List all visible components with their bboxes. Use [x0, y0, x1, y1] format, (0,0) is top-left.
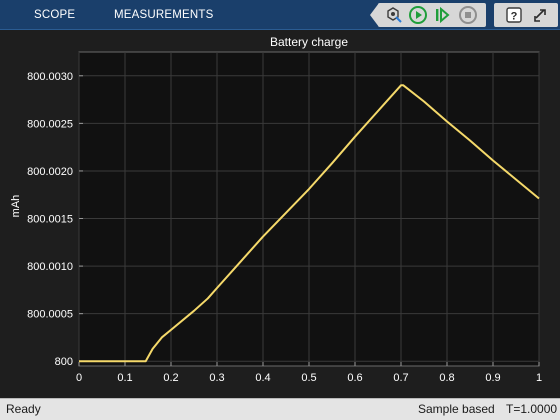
x-tick-label: 1 — [536, 372, 542, 384]
x-tick-label: 0.1 — [117, 372, 132, 384]
sample-mode: Sample based — [418, 402, 495, 416]
status-bar: Ready Sample based T=1.0000 — [0, 398, 560, 420]
simulation-time: T=1.0000 — [506, 402, 558, 416]
x-tick-label: 0.9 — [485, 372, 500, 384]
x-tick-label: 0.6 — [347, 372, 362, 384]
y-tick-label: 800 — [55, 356, 73, 368]
x-tick-label: 0.5 — [301, 372, 316, 384]
x-tick-label: 0.7 — [393, 372, 408, 384]
x-tick-label: 0.8 — [439, 372, 454, 384]
x-tick-label: 0.4 — [255, 372, 270, 384]
y-tick-label: 800.0020 — [27, 166, 73, 178]
y-tick-label: 800.0025 — [27, 118, 73, 130]
y-tick-label: 800.0015 — [27, 214, 73, 226]
x-tick-label: 0.3 — [209, 372, 224, 384]
y-tick-label: 800.0005 — [27, 309, 73, 321]
status-state: Ready — [6, 402, 41, 416]
y-tick-label: 800.0010 — [27, 261, 73, 273]
x-tick-label: 0 — [76, 372, 82, 384]
y-tick-label: 800.0030 — [27, 71, 73, 83]
x-tick-label: 0.2 — [163, 372, 178, 384]
battery-charge-chart[interactable]: 0 0.1 0.2 0.3 0.4 0.5 0.6 0.7 0.8 0.9 1 800 800.0005… — [0, 0, 560, 398]
